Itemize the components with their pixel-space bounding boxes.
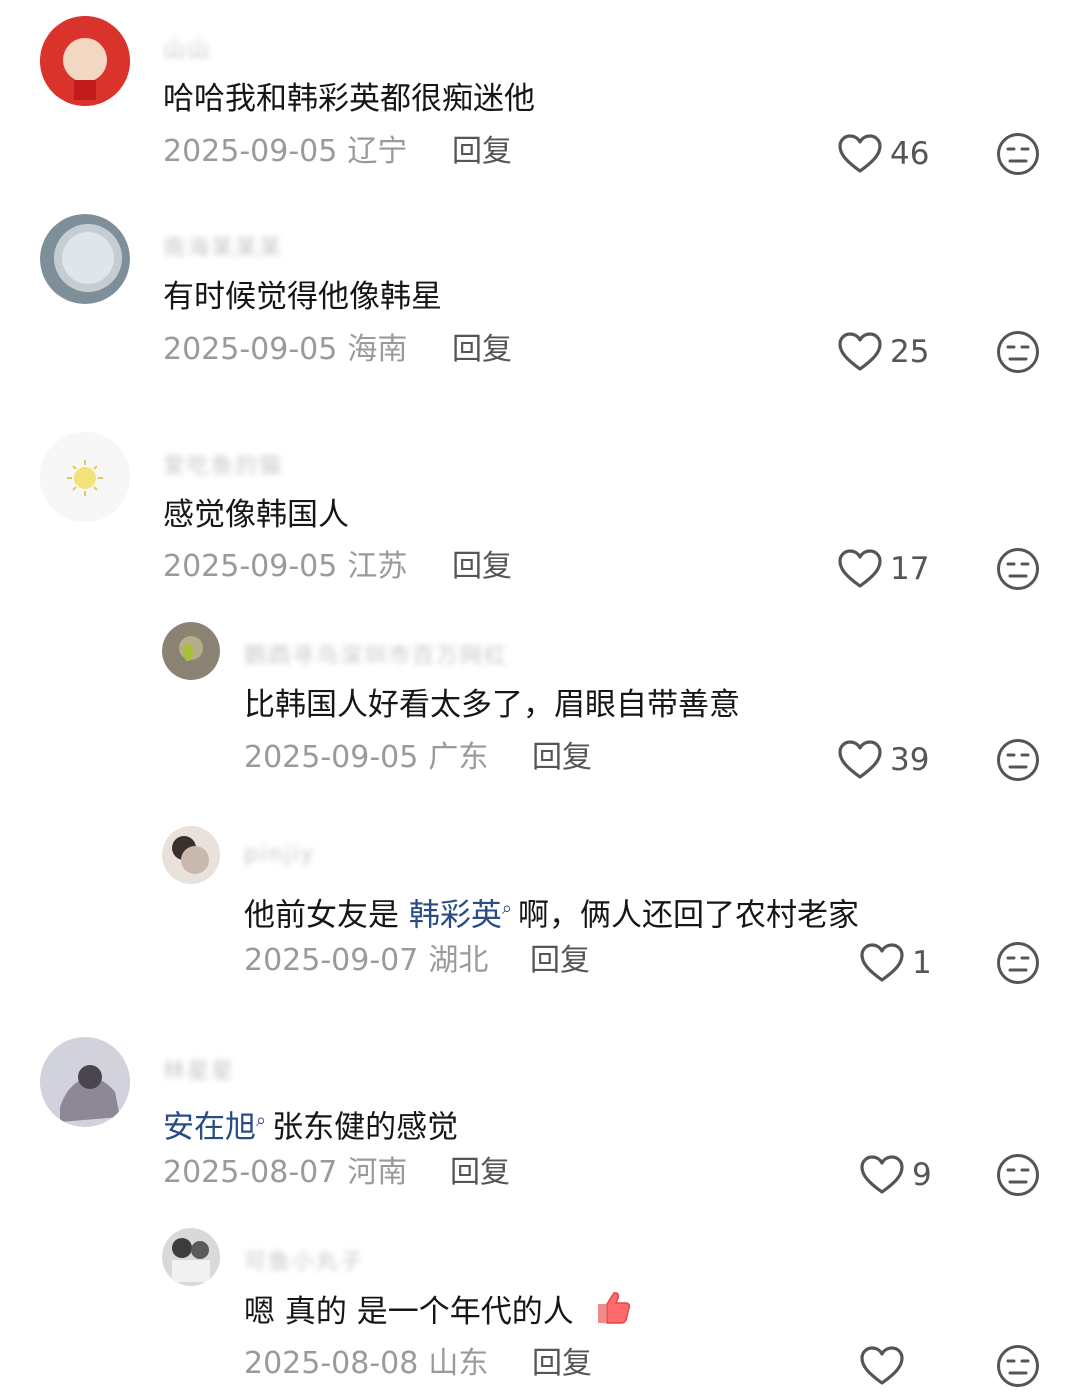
avatar-image: [40, 432, 130, 522]
username[interactable]: pinjiy: [244, 842, 315, 867]
comment-location: 辽宁: [347, 134, 408, 169]
neutral-face-icon: [997, 331, 1039, 373]
neutral-face-icon: [997, 739, 1039, 781]
dislike-button[interactable]: [996, 738, 1040, 782]
search-icon[interactable]: ⌕: [256, 1110, 266, 1131]
avatar[interactable]: [162, 826, 220, 884]
username[interactable]: 可鱼小丸子: [244, 1244, 364, 1275]
comment-location: 江苏: [347, 549, 408, 584]
avatar-image: [40, 1037, 130, 1127]
neutral-face-icon: [997, 1345, 1039, 1387]
comment-location: 海南: [347, 332, 408, 367]
dislike-button[interactable]: [996, 330, 1040, 374]
comment-text: 感觉像韩国人: [163, 497, 349, 533]
neutral-face-icon: [997, 133, 1039, 175]
comment-text: 比韩国人好看太多了，眉眼自带善意: [244, 687, 740, 723]
username[interactable]: 鹦鹉寻鸟深圳市百万网红: [244, 638, 508, 669]
like-count: 9: [912, 1157, 932, 1193]
dislike-button[interactable]: [996, 132, 1040, 176]
avatar-image: [40, 214, 130, 304]
text-suffix: 张东健的感觉: [272, 1109, 459, 1146]
avatar[interactable]: [40, 1037, 130, 1127]
like-button[interactable]: 1: [860, 941, 932, 985]
mention-link[interactable]: 韩彩英: [409, 897, 502, 933]
username[interactable]: 南海某某某: [163, 230, 283, 261]
avatar[interactable]: [40, 16, 130, 106]
like-button[interactable]: [860, 1344, 912, 1388]
like-button[interactable]: 39: [838, 738, 929, 782]
comment-location: 河南: [347, 1155, 408, 1190]
comment-date: 2025-09-07: [244, 943, 419, 978]
like-button[interactable]: 46: [838, 132, 929, 176]
like-button[interactable]: 25: [838, 330, 929, 374]
dislike-button[interactable]: [996, 1344, 1040, 1388]
comment-date: 2025-09-05: [163, 549, 338, 584]
heart-icon: [860, 943, 904, 982]
comment-date: 2025-08-08: [244, 1346, 419, 1381]
comment-meta: 2025-09-05 海南: [163, 330, 407, 370]
reply-button[interactable]: 回复: [452, 330, 512, 370]
dislike-button[interactable]: [996, 1153, 1040, 1197]
reply-button[interactable]: 回复: [452, 132, 512, 172]
comment-text: 哈哈我和韩彩英都很痴迷他: [163, 81, 535, 117]
like-button[interactable]: 9: [860, 1153, 932, 1197]
neutral-face-icon: [997, 1154, 1039, 1196]
mention-link[interactable]: 安在旭: [163, 1109, 256, 1145]
heart-icon: [838, 134, 882, 173]
comment-location: 山东: [428, 1346, 489, 1381]
comment-text: 嗯 真的 是一个年代的人: [244, 1290, 632, 1337]
comment-text: 有时候觉得他像韩星: [163, 279, 442, 315]
avatar-image: [40, 16, 130, 106]
like-count: 17: [890, 551, 930, 587]
comment-meta: 2025-09-07 湖北: [244, 941, 488, 981]
avatar[interactable]: [162, 622, 220, 680]
text-prefix: 他前女友是: [244, 897, 409, 934]
avatar-image: [162, 622, 220, 680]
dislike-button[interactable]: [996, 941, 1040, 985]
comment-date: 2025-09-05: [163, 332, 338, 367]
neutral-face-icon: [997, 548, 1039, 590]
comment-meta: 2025-09-05 江苏: [163, 547, 407, 587]
like-count: 39: [890, 742, 930, 778]
neutral-face-icon: [997, 942, 1039, 984]
comment-text: 安在旭⌕ 张东健的感觉: [163, 1100, 458, 1148]
heart-icon: [838, 740, 882, 779]
text-suffix: 啊，俩人还回了农村老家: [517, 897, 859, 934]
heart-icon: [838, 332, 882, 371]
avatar[interactable]: [162, 1228, 220, 1286]
comment-meta: 2025-08-07 河南: [163, 1153, 407, 1193]
comment-meta: 2025-09-05 广东: [244, 738, 488, 778]
thumbs-up-icon: [592, 1290, 632, 1337]
like-button[interactable]: 17: [838, 547, 929, 591]
comment-location: 湖北: [428, 943, 489, 978]
like-count: 1: [912, 945, 932, 981]
heart-icon: [860, 1155, 904, 1194]
dislike-button[interactable]: [996, 547, 1040, 591]
avatar-image: [162, 1228, 220, 1286]
reply-button[interactable]: 回复: [450, 1153, 510, 1193]
heart-icon: [860, 1346, 904, 1385]
comment-meta: 2025-08-08 山东: [244, 1344, 488, 1384]
username[interactable]: 爱吃鱼的猫: [163, 448, 283, 479]
reply-button[interactable]: 回复: [532, 1344, 592, 1384]
heart-icon: [838, 549, 882, 588]
comment-text-body: 嗯 真的 是一个年代的人: [244, 1294, 574, 1330]
search-icon[interactable]: ⌕: [502, 898, 512, 919]
comment-text: 他前女友是 韩彩英⌕ 啊，俩人还回了农村老家: [244, 888, 859, 936]
username[interactable]: 山山: [163, 32, 211, 63]
comment-meta: 2025-09-05 辽宁: [163, 132, 407, 172]
comment-date: 2025-09-05: [244, 740, 419, 775]
avatar[interactable]: [40, 432, 130, 522]
reply-button[interactable]: 回复: [532, 738, 592, 778]
like-count: 46: [890, 136, 930, 172]
avatar[interactable]: [40, 214, 130, 304]
avatar-image: [162, 826, 220, 884]
comment-location: 广东: [428, 740, 489, 775]
like-count: 25: [890, 334, 930, 370]
reply-button[interactable]: 回复: [530, 941, 590, 981]
comment-date: 2025-09-05: [163, 134, 338, 169]
comment-date: 2025-08-07: [163, 1155, 338, 1190]
username[interactable]: 林星星: [163, 1053, 235, 1084]
reply-button[interactable]: 回复: [452, 547, 512, 587]
